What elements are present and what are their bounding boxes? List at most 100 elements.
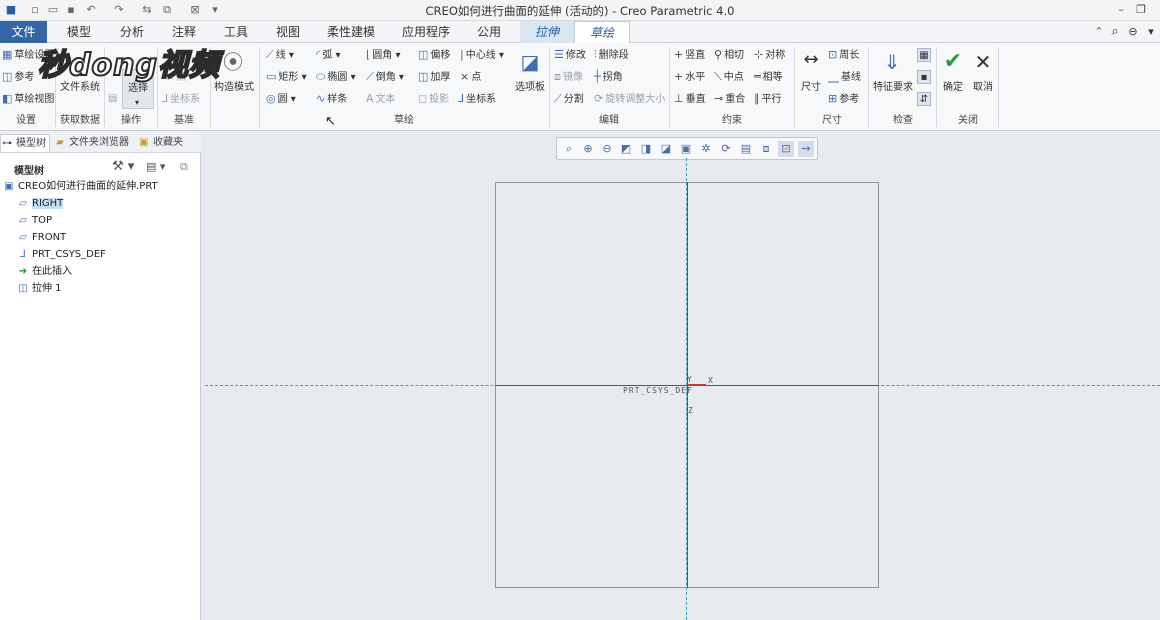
group-operations[interactable]: 操作 [106, 114, 156, 128]
corner-button[interactable]: ┼ 拐角 [594, 70, 623, 85]
offset-button[interactable]: ◫ 偏移 [418, 48, 450, 63]
tree-columns-icon[interactable]: ⧉ [180, 160, 188, 174]
datum-display-icon[interactable]: ✲ [698, 141, 714, 157]
centerline-icon: | [460, 48, 464, 61]
cancel-button[interactable]: 取消 [973, 81, 993, 95]
constraint-display-icon[interactable]: ⇝ [798, 141, 814, 157]
tab-folder-browser[interactable]: ▰ 文件夹浏览器 [54, 134, 134, 152]
tree-filter-icon[interactable]: ▤ ▾ [146, 160, 165, 173]
tree-item-part[interactable]: ▣ CREO如何进行曲面的延伸.PRT [3, 179, 157, 195]
tree-item-insert-here[interactable]: ➔ 在此插入 [17, 264, 72, 280]
zoom-in-icon[interactable]: ⊕ [580, 141, 596, 157]
reference-dimension-button[interactable]: ⊞ 参考 [828, 92, 859, 107]
view-manager-icon[interactable]: ▣ [678, 141, 694, 157]
tab-sketch[interactable]: 草绘 [574, 21, 630, 44]
circle-button[interactable]: ◎ 圆 ▾ [266, 92, 296, 107]
coincident-constraint-button[interactable]: ⊸ 重合 [714, 92, 745, 107]
tree-item-right[interactable]: ▱ RIGHT [17, 196, 64, 212]
rectangle-button[interactable]: ▭ 矩形 ▾ [266, 70, 307, 85]
restore-icon[interactable]: ❐ [1132, 2, 1150, 18]
baseline-button[interactable]: ⎽ 基线 [828, 70, 861, 85]
dimension-icon[interactable]: ↔ [798, 47, 824, 73]
divider [936, 47, 937, 127]
paste-icon[interactable]: ▤ [108, 92, 117, 106]
repaint-icon[interactable]: ◩ [618, 141, 634, 157]
tab-view[interactable]: 视图 [262, 21, 314, 43]
tab-flexible-modeling[interactable]: 柔性建模 [316, 21, 386, 43]
help-dropdown-icon[interactable]: ▾ [1144, 25, 1158, 39]
group-constrain[interactable]: 约束 [670, 114, 794, 128]
graphics-toolbar: ⌕ ⊕ ⊖ ◩ ◨ ◪ ▣ ✲ ⟳ ▤ ⧈ ⊡ ⇝ [556, 137, 818, 160]
tree-item-extrude[interactable]: ◫ 拉伸 1 [17, 281, 61, 297]
sketch-view-icon[interactable]: ⧈ [758, 141, 774, 157]
tangent-constraint-button[interactable]: ⚲ 相切 [714, 48, 744, 63]
tab-applications[interactable]: 应用程序 [388, 21, 464, 43]
spline-button[interactable]: ∿ 样条 [316, 92, 347, 107]
group-inspect[interactable]: 检查 [870, 114, 936, 128]
chamfer-button[interactable]: ⟋ 倒角 ▾ [366, 70, 404, 85]
midpoint-constraint-button[interactable]: ⟍ 中点 [714, 70, 744, 85]
model-tree-panel: ⊶ 模型树 ▰ 文件夹浏览器 ▣ 收藏夹 模型树 ⚒ ▾ ▤ ▾ ⧉ ▣ CREO如何进… [0, 131, 201, 620]
overlapping-geometry-icon[interactable]: ⇵ [917, 92, 931, 106]
tree-item-top[interactable]: ▱ TOP [17, 213, 52, 229]
vertical-constraint-button[interactable]: + 竖直 [674, 48, 705, 63]
help-icon[interactable]: ⊖ [1126, 25, 1140, 39]
saved-orientations-icon[interactable]: ◪ [658, 141, 674, 157]
horizontal-constraint-button[interactable]: + 水平 [674, 70, 705, 85]
equal-constraint-button[interactable]: ═ 相等 [754, 70, 783, 85]
shade-closed-loop-icon[interactable]: ▦ [917, 48, 931, 62]
spin-center-icon[interactable]: ⟳ [718, 141, 734, 157]
tab-favorites[interactable]: ▣ 收藏夹 [138, 134, 196, 152]
rotate-resize-button[interactable]: ⟳ 旋转调整大小 [594, 92, 665, 107]
confirm-icon[interactable]: ✔ [940, 49, 966, 75]
delete-segment-button[interactable]: ⫶ 删除段 [594, 48, 629, 63]
tree-settings-icon[interactable]: ⚒ ▾ [112, 159, 134, 174]
feature-requirements-icon[interactable]: ⇓ [879, 49, 905, 75]
tab-model-tree[interactable]: ⊶ 模型树 [0, 134, 50, 152]
palette-button[interactable]: 选项板 [515, 81, 545, 95]
search-icon[interactable]: ⌕ [1108, 25, 1122, 39]
ribbon-minimize-icon[interactable]: ⌃ [1092, 25, 1106, 39]
symmetric-constraint-button[interactable]: ⊹ 对称 [754, 48, 785, 63]
ellipse-button[interactable]: ⬭ 椭圆 ▾ [316, 70, 356, 85]
text-button[interactable]: A 文本 [366, 92, 396, 107]
construction-mode-icon[interactable]: ⦿ [220, 49, 246, 75]
highlight-open-ends-icon[interactable]: ▪ [917, 70, 931, 84]
sketcher-display-icon[interactable]: ⊡ [778, 141, 794, 157]
equal-icon: ═ [754, 70, 761, 83]
divide-button[interactable]: ⟋ 分割 [554, 92, 584, 107]
mirror-button[interactable]: ⧈ 镜像 [554, 70, 583, 85]
fillet-button[interactable]: ⌊ 圆角 ▾ [366, 48, 401, 63]
display-style-icon[interactable]: ◨ [638, 141, 654, 157]
ok-button[interactable]: 确定 [943, 81, 963, 95]
arc-button[interactable]: ◜ 弧 ▾ [316, 48, 340, 63]
tree-item-front[interactable]: ▱ FRONT [17, 230, 66, 246]
line-button[interactable]: ⟋ 线 ▾ [266, 48, 294, 63]
refit-icon[interactable]: ⌕ [561, 141, 577, 157]
perimeter-button[interactable]: ⊡ 周长 [828, 48, 859, 63]
perpendicular-constraint-button[interactable]: ⊥ 垂直 [674, 92, 706, 107]
references-button[interactable]: ◫ 参考 [2, 70, 34, 85]
sketch-view-button[interactable]: ◧ 草绘视图 [2, 92, 54, 107]
thicken-button[interactable]: ◫ 加厚 [418, 70, 450, 85]
project-button[interactable]: ◻ 投影 [418, 92, 449, 107]
construction-mode-button[interactable]: 构造模式 [214, 81, 254, 95]
sketch-csys-button[interactable]: ⅃ 坐标系 [458, 92, 496, 107]
sketch-point-button[interactable]: × 点 [460, 70, 481, 85]
minimize-icon[interactable]: – [1112, 2, 1130, 18]
tab-common[interactable]: 公用 [466, 21, 512, 43]
annotation-display-icon[interactable]: ▤ [738, 141, 754, 157]
centerline-button[interactable]: | 中心线 ▾ [460, 48, 504, 63]
feature-requirements-button[interactable]: 特征要求 [873, 81, 913, 95]
datum-csys-button[interactable]: ⅃ 坐标系 [162, 92, 200, 107]
palette-icon[interactable]: ◪ [517, 49, 543, 75]
dimension-button[interactable]: 尺寸 [801, 81, 821, 95]
cancel-icon[interactable]: ✕ [970, 49, 996, 75]
parallel-constraint-button[interactable]: ∥ 平行 [754, 92, 782, 107]
zoom-out-icon[interactable]: ⊖ [599, 141, 615, 157]
group-dimension[interactable]: 尺寸 [796, 114, 868, 128]
tree-item-csys[interactable]: ⅃ PRT_CSYS_DEF [17, 247, 106, 263]
modify-button[interactable]: ☰ 修改 [554, 48, 586, 63]
group-setup[interactable]: 设置 [0, 114, 52, 128]
tab-extrude[interactable]: 拉伸 [520, 21, 574, 43]
